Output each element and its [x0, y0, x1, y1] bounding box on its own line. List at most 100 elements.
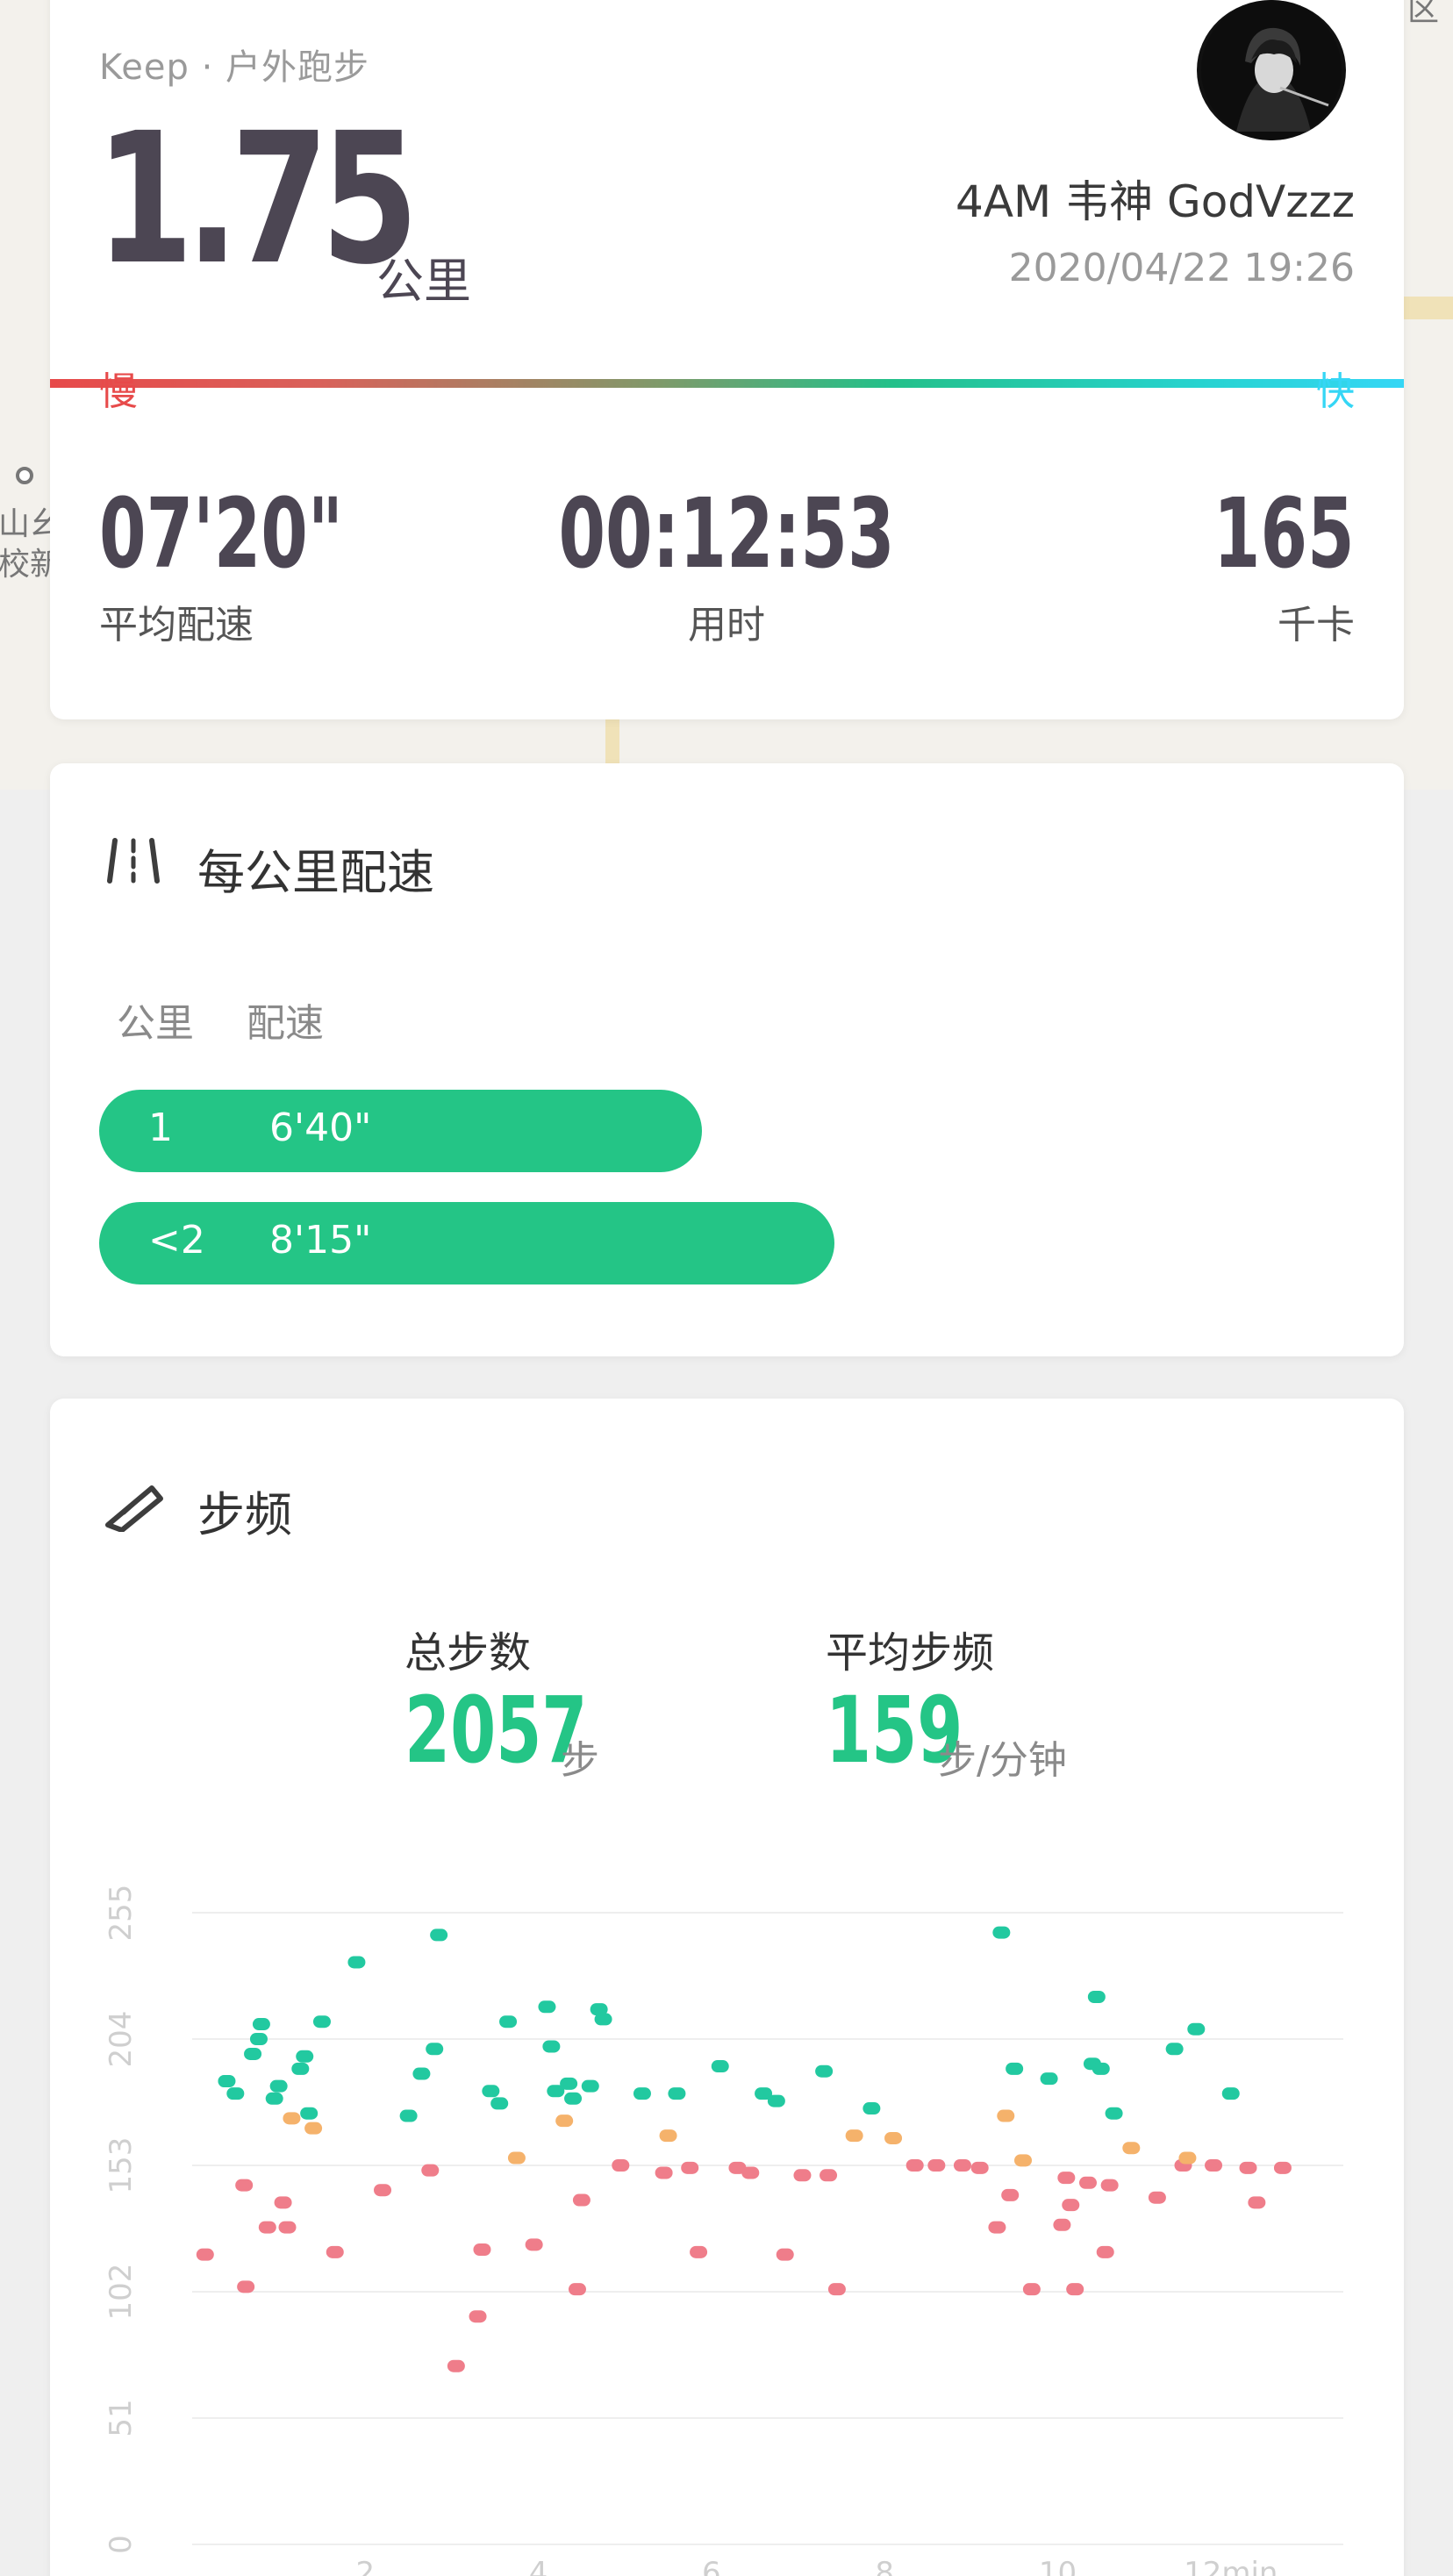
cadence-point: [244, 2047, 262, 2060]
section-title: 步频: [197, 1487, 292, 1542]
cadence-point: [1092, 2062, 1110, 2075]
activity-source: Keep · 户外跑步: [99, 47, 369, 88]
total-steps-unit: 步: [561, 1738, 599, 1783]
cadence-point: [300, 2107, 319, 2120]
cadence-point: [237, 2280, 255, 2293]
cadence-point: [1239, 2161, 1257, 2174]
distance-unit: 公里: [376, 254, 471, 309]
cadence-point: [469, 2310, 487, 2323]
cadence-point: [426, 2043, 444, 2056]
avg-cadence-unit: 步/分钟: [938, 1738, 1067, 1783]
cadence-point: [326, 2245, 344, 2258]
cadence-point: [196, 2248, 214, 2261]
user-avatar[interactable]: [1197, 0, 1346, 140]
y-tick-label: 153: [104, 2137, 139, 2194]
total-steps-label: 总步数: [404, 1628, 532, 1678]
cadence-point: [1205, 2159, 1223, 2172]
cadence-point: [421, 2164, 440, 2177]
distance-value: 1.75: [96, 94, 419, 304]
cadence-point: [815, 2064, 834, 2078]
cadence-point: [249, 2033, 268, 2045]
cadence-point: [278, 2221, 297, 2234]
cadence-point: [507, 2151, 526, 2165]
pace-row-km: <2: [148, 1218, 205, 1263]
cadence-point: [1221, 2087, 1240, 2100]
cadence-point: [711, 2060, 729, 2073]
pace-per-km-card: 每公里配速 公里 配速 1 6'40" <2 8'15": [50, 763, 1404, 1356]
cadence-point: [564, 2092, 583, 2105]
road-icon: [107, 838, 160, 884]
cadence-point: [970, 2161, 989, 2174]
cadence-point: [430, 1928, 448, 1942]
cadence-point: [1078, 2176, 1097, 2189]
cadence-point: [1273, 2161, 1292, 2174]
cadence-point: [568, 2283, 586, 2296]
x-tick-label: 6: [702, 2556, 721, 2576]
cadence-point: [1105, 2107, 1123, 2120]
calories-label: 千卡: [1278, 603, 1355, 648]
duration-value: 00:12:53: [558, 477, 895, 590]
cadence-scatter-chart: 0 51 102 153 204 255 2 4 6 8 10 12min: [104, 1885, 1343, 2576]
slow-label: 慢: [99, 369, 138, 414]
cadence-point: [542, 2040, 561, 2053]
cadence-point: [399, 2109, 418, 2122]
cadence-point: [776, 2248, 794, 2261]
cadence-point: [690, 2245, 708, 2258]
shoe-icon: [105, 1485, 163, 1532]
cadence-card: 步频 总步数 2057 步 平均步频 159 步/分钟 0 51 102 153 204…: [50, 1399, 1404, 2576]
cadence-point: [1022, 2283, 1041, 2296]
cadence-point: [594, 2013, 612, 2026]
cadence-point: [1165, 2043, 1184, 2056]
cadence-point: [1053, 2218, 1071, 2231]
fast-label: 快: [1316, 369, 1355, 414]
cadence-point: [992, 1926, 1011, 1939]
cadence-point: [1178, 2151, 1197, 2165]
user-name[interactable]: 4AM 韦神 GodVzzz: [956, 167, 1355, 230]
cadence-point: [668, 2087, 686, 2100]
cadence-point: [793, 2169, 812, 2182]
cadence-point: [572, 2193, 591, 2207]
cadence-point: [312, 2015, 331, 2029]
cadence-point: [447, 2359, 465, 2372]
cadence-point: [1062, 2199, 1080, 2212]
cadence-point: [274, 2196, 292, 2209]
cadence-point: [1087, 1991, 1106, 2003]
run-datetime: 2020/04/22 19:26: [1008, 246, 1355, 290]
avg-pace-label: 平均配速: [99, 603, 254, 648]
y-tick-label: 0: [104, 2535, 139, 2554]
cadence-point: [374, 2184, 392, 2197]
avg-pace-value: 07'20": [99, 477, 343, 590]
cadence-point: [741, 2166, 760, 2179]
cadence-point: [1040, 2072, 1058, 2086]
y-tick-label: 102: [104, 2264, 139, 2321]
x-tick-label: 8: [875, 2556, 894, 2576]
cadence-point: [988, 2221, 1006, 2234]
km-column-header: 公里: [117, 1001, 194, 1046]
cadence-point: [265, 2092, 283, 2105]
cadence-point: [953, 2159, 971, 2172]
run-summary-card: Keep · 户外跑步 1.75 公里 4AM 韦神 GodVzzz 2020/…: [50, 0, 1404, 719]
cadence-point: [218, 2075, 236, 2087]
cadence-point: [1096, 2245, 1114, 2258]
cadence-point: [490, 2097, 509, 2110]
cadence-point: [1001, 2188, 1020, 2201]
y-tick-label: 255: [104, 1885, 139, 1942]
cadence-point: [499, 2015, 518, 2029]
cadence-point: [555, 2114, 574, 2128]
section-title: 每公里配速: [197, 845, 434, 900]
cadence-point: [862, 2102, 881, 2115]
map-label: 区: [1407, 0, 1440, 28]
x-tick-label: 4: [529, 2556, 548, 2576]
cadence-point: [296, 2050, 314, 2063]
x-tick-label: 2: [355, 2556, 375, 2576]
duration-label: 用时: [688, 603, 765, 648]
cadence-point: [226, 2087, 245, 2100]
cadence-point: [820, 2169, 838, 2182]
cadence-point: [412, 2067, 431, 2080]
pace-row: 1 6'40": [99, 1090, 702, 1172]
cadence-point: [659, 2129, 677, 2143]
avg-cadence-label: 平均步频: [826, 1628, 995, 1678]
cadence-point: [304, 2122, 323, 2135]
cadence-point: [1248, 2196, 1266, 2209]
calories-value: 165: [1213, 477, 1355, 590]
